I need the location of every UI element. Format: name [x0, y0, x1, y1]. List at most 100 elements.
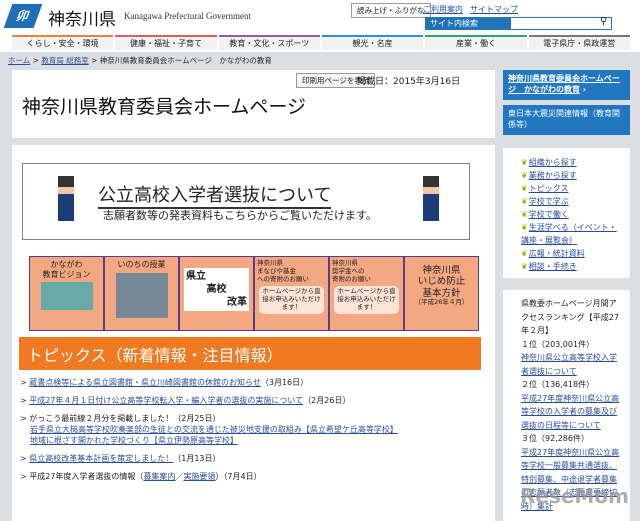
- sidebar-menu: 組織から探す 業務から探す トピックス 学校で学ぶ 学校で働く 生涯学べる（イベ…: [503, 148, 630, 278]
- tile-education-vision[interactable]: かながわ 教育ビジョン: [29, 256, 104, 331]
- read-aloud-button[interactable]: 読み上げ・ふりがな: [351, 3, 431, 18]
- tile-bubble: ホームページから直接お申込みいただけます！: [259, 286, 324, 314]
- menu-link[interactable]: トピックス: [529, 184, 569, 193]
- topic-text: がっこう最前線２月分を掲載しました！（2月25日）: [29, 414, 221, 423]
- breadcrumb-section[interactable]: 教育局 総務室: [41, 56, 88, 65]
- sidebar-home-button[interactable]: 神奈川県教育委員会ホームページ かながわの教育 ›: [503, 70, 630, 100]
- tile-scholarship[interactable]: 神奈川県 奨学金への 寄附のお願い ホームページから直接お申込みいただけます！: [329, 256, 404, 331]
- topic-link[interactable]: 蔵書点検等による県立図書館・県立川崎図書館の休館のお知らせ: [29, 378, 261, 387]
- list-item: > 県立高校改革基本計画を策定しました！（1月13日）: [20, 454, 221, 463]
- menu-item: 組織から探す: [521, 156, 624, 169]
- list-item: > 平成27年度入学者選抜の情報（募集案内／実施要領）（7月4日）: [20, 472, 262, 481]
- tile-text: いじめ防止: [417, 276, 466, 288]
- menu-link[interactable]: 生涯学べる（イベント・講座・展覧会）: [521, 223, 617, 245]
- feature-tiles: かながわ 教育ビジョン いのちの授業 県立 高校 改革 神奈川県 まなびや基金 への寄附の…: [29, 256, 479, 331]
- breadcrumb: ホーム > 教育局 総務室 > 神奈川県教育委員会ホームページ かながわの教育: [8, 56, 272, 65]
- menu-item: 学校で学ぶ: [521, 195, 624, 208]
- topic-date: （2月26日）: [303, 396, 351, 405]
- nav-tourism[interactable]: 観光・名産: [321, 35, 424, 50]
- tile-text: （平成26年４月）: [414, 298, 469, 307]
- nav-industry[interactable]: 産業・働く: [425, 35, 527, 50]
- title-panel: 印刷用ページを表示 掲載日：2015年3月16日 神奈川県教育委員会ホームページ: [12, 70, 495, 138]
- breadcrumb-current: 神奈川県教育委員会ホームページ かながわの教育: [99, 56, 272, 65]
- search-label: サイト内検索: [425, 17, 510, 30]
- topic-date: （3月16日）: [260, 378, 309, 387]
- topic-link[interactable]: 県立高校改革基本計画を策定しました！: [29, 454, 173, 463]
- student-girl-icon: [58, 176, 74, 221]
- student-boy-icon: [423, 176, 439, 221]
- menu-link[interactable]: 組織から探す: [529, 158, 577, 167]
- guide-link[interactable]: ご利用案内: [423, 4, 463, 15]
- list-item: > がっこう最前線２月分を掲載しました！（2月25日） 岩手県立大槌高等学校吹奏楽…: [20, 414, 398, 445]
- topic-link[interactable]: 地域に根ざす開かれた学校づくり【県立伊勢原高等学校】: [30, 436, 238, 445]
- logo-mark: 卯: [14, 9, 32, 23]
- ranking-title: 県教委ホームページ月間アクセスランキング【平成27年２月】: [521, 299, 619, 335]
- menu-link[interactable]: 相談・手続き: [529, 262, 577, 271]
- post-date: 掲載日：2015年3月16日: [357, 77, 461, 87]
- tile-text: 改革: [227, 297, 247, 308]
- menu-item: トピックス: [521, 182, 624, 195]
- search-input[interactable]: [510, 17, 612, 30]
- menu-link[interactable]: 業務から探す: [529, 171, 577, 180]
- tile-text: いのちの授業: [117, 260, 166, 269]
- classroom-photo: [115, 272, 168, 318]
- nav-health[interactable]: 健康・福祉・子育て: [115, 35, 217, 50]
- menu-item: 生涯学べる（イベント・講座・展覧会）: [521, 221, 624, 247]
- topics-list: > 蔵書点検等による県立図書館・県立川崎図書館の休館のお知らせ（3月16日） >…: [20, 377, 490, 489]
- tile-text: 高校: [206, 284, 227, 295]
- ranking-link[interactable]: 平成27年度神奈川県公立高等学校の入学者の募集及び選抜の日程等について: [521, 394, 619, 430]
- topic-text: 平成27年度入学者選抜の情報（: [29, 472, 144, 481]
- tile-life-class[interactable]: いのちの授業: [104, 256, 179, 331]
- topic-link[interactable]: 平成27年４月１日付け公立高等学校転入学・編入学者の選抜の実施について: [29, 396, 303, 405]
- tile-manabiya-fund[interactable]: 神奈川県 まなびや基金 への寄附のお願い ホームページから直接お申込みいただけます！: [254, 256, 329, 331]
- tile-bubble: ホームページから直接お申込みいただけます！: [334, 286, 399, 314]
- logo-icon[interactable]: 卯: [3, 4, 43, 28]
- sitemap-link[interactable]: サイトマップ: [470, 4, 518, 15]
- sidebar-earthquake-button[interactable]: 東日本大震災関連情報（教育関係等）: [503, 105, 630, 135]
- menu-item: 広報・統計資料: [521, 247, 624, 260]
- chevron-right-icon: ›: [582, 85, 587, 94]
- logo-english: Kanagawa Prefectural Government: [124, 11, 251, 21]
- nav-education[interactable]: 教育・文化・スポーツ: [218, 35, 320, 50]
- menu-item: 業務から探す: [521, 169, 624, 182]
- banner-subtitle: 志願者数等の発表資料もこちらからご覧いただけます。: [103, 209, 377, 222]
- menu-link[interactable]: 学校で学ぶ: [529, 197, 569, 206]
- tile-school-reform[interactable]: 県立 高校 改革: [179, 256, 254, 331]
- ranking-link[interactable]: 神奈川県公立高等学校入学者選抜について: [521, 353, 617, 376]
- main-nav: くらし・安全・環境 健康・福祉・子育て 教育・文化・スポーツ 観光・名産 産業・…: [12, 35, 630, 50]
- menu-item: 学校で働く: [521, 208, 624, 221]
- list-item: > 蔵書点検等による県立図書館・県立川崎図書館の休館のお知らせ（3月16日）: [20, 378, 309, 387]
- map-image: [40, 282, 93, 311]
- topic-link[interactable]: 岩手県立大槌高等学校吹奏楽部の生徒との交流を通じた被災地支援の取組み【県立希望ケ…: [30, 425, 398, 434]
- tile-text: 県立: [186, 271, 206, 282]
- watermark: ReseMom: [520, 484, 629, 508]
- list-item: > 平成27年４月１日付け公立高等学校転入学・編入学者の選抜の実施について（2月…: [20, 396, 351, 405]
- ranking-rank: １位（203,001件）: [521, 339, 595, 349]
- main-panel: 公立高校入学者選抜について 志願者数等の発表資料もこちらからご覧いただけます。 …: [12, 145, 495, 521]
- tile-anti-bullying[interactable]: 神奈川県 いじめ防止 基本方針 （平成26年４月）: [404, 256, 479, 331]
- page-title: 神奈川県教育委員会ホームページ: [22, 96, 307, 118]
- topic-link[interactable]: 募集案内: [143, 472, 175, 481]
- topic-date: （1月13日）: [173, 454, 221, 463]
- tile-text: かながわ: [50, 260, 83, 269]
- banner-title: 公立高校入学者選抜について: [98, 181, 332, 209]
- nav-government[interactable]: 電子県庁・県政運営: [528, 35, 630, 50]
- topic-date: ）（7月4日）: [215, 472, 262, 481]
- tile-text: への寄附のお願い: [257, 274, 309, 283]
- tile-text: 教育ビジョン: [42, 269, 91, 279]
- ranking-rank: ２位（136,418件）: [521, 380, 595, 389]
- menu-item: 相談・手続き: [521, 260, 624, 273]
- logo-text[interactable]: 神奈川県: [48, 5, 116, 30]
- tile-text: 寄附のお願い: [332, 274, 371, 283]
- ranking-rank: ３位（92,286件）: [521, 434, 589, 443]
- topic-link[interactable]: 実施要領: [183, 472, 215, 481]
- tile-text: 神奈川県: [422, 265, 461, 276]
- search-icon[interactable]: ⚲: [600, 16, 607, 27]
- topics-heading: トピックス（新着情報・注目情報）: [19, 337, 481, 370]
- admission-banner[interactable]: 公立高校入学者選抜について 志願者数等の発表資料もこちらからご覧いただけます。: [22, 163, 470, 240]
- nav-living[interactable]: くらし・安全・環境: [12, 35, 114, 50]
- menu-link[interactable]: 学校で働く: [529, 210, 569, 219]
- breadcrumb-home[interactable]: ホーム: [8, 56, 30, 65]
- menu-link[interactable]: 広報・統計資料: [529, 249, 585, 258]
- sidebar-home-link[interactable]: 神奈川県教育委員会ホームページ かながわの教育: [508, 74, 620, 94]
